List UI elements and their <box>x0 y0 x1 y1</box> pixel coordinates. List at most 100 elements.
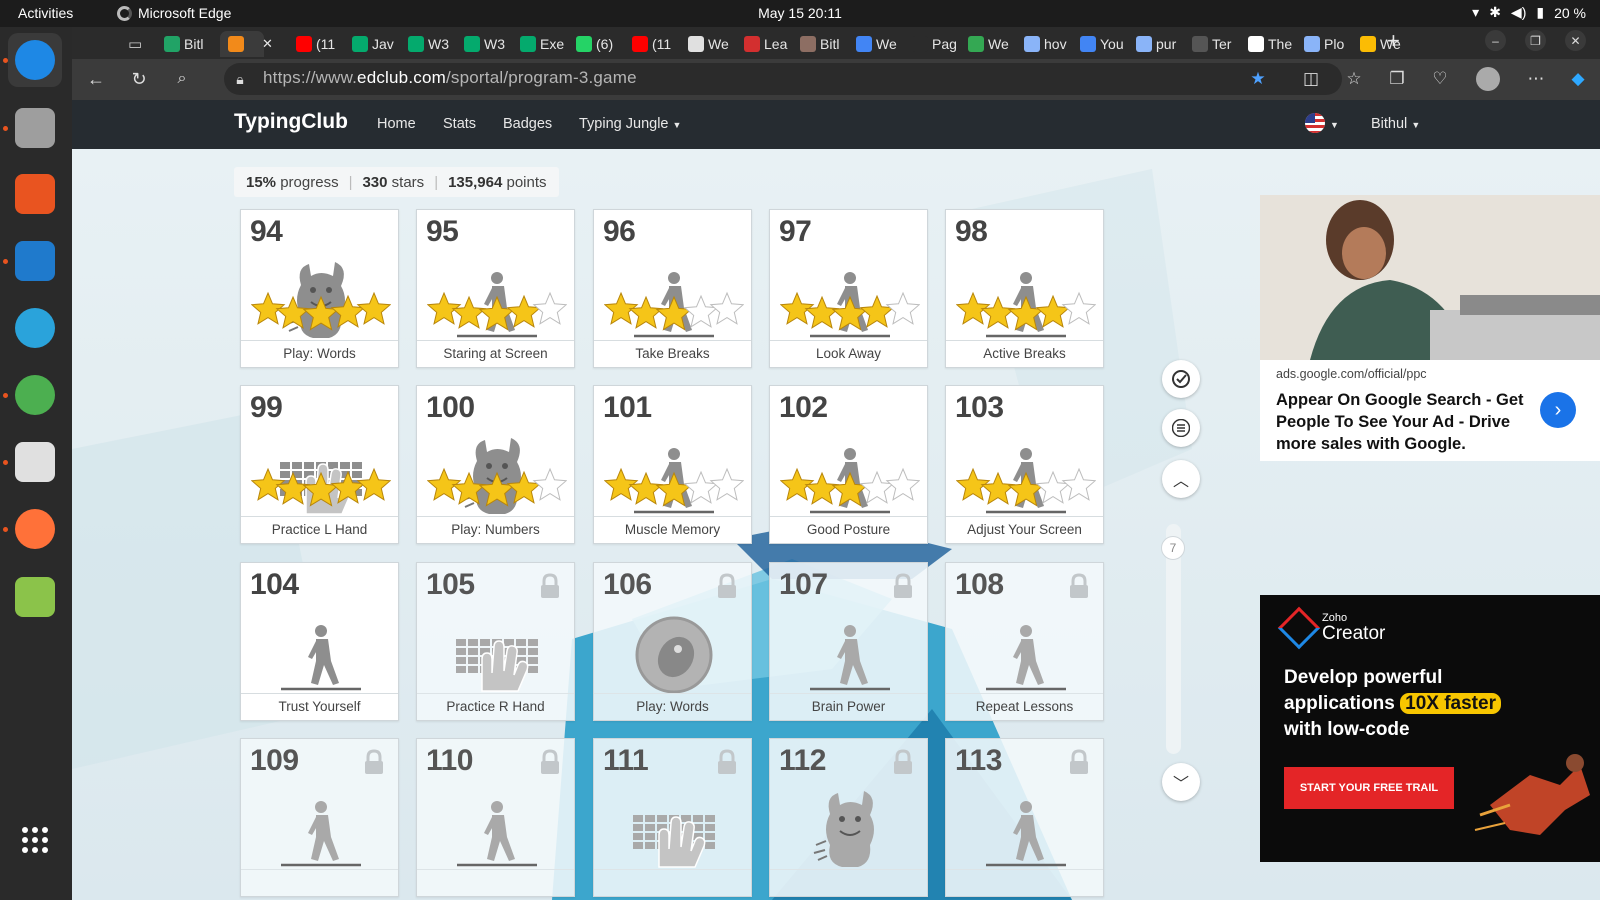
lesson-card[interactable]: 97 Look Away <box>769 209 928 368</box>
lesson-card[interactable]: 109 <box>240 738 399 897</box>
collections-icon[interactable]: ❐ <box>1384 66 1410 92</box>
dock-firefox[interactable] <box>8 502 62 556</box>
browser-tab[interactable]: pur <box>1136 31 1184 57</box>
dock-text-editor[interactable] <box>8 435 62 489</box>
user-menu[interactable]: Bithul ▼ <box>1371 116 1420 132</box>
tab-favicon-icon <box>968 36 984 52</box>
scroll-up-button[interactable]: ︿ <box>1162 460 1200 498</box>
lesson-card[interactable]: 110 <box>416 738 575 897</box>
nav-stats[interactable]: Stats <box>443 116 476 132</box>
restore-icon[interactable]: ❐ <box>1525 30 1546 51</box>
favorites-icon[interactable]: ☆ <box>1341 66 1367 92</box>
lesson-card[interactable]: 99 Practice L Hand <box>240 385 399 544</box>
browser-tab[interactable]: (6) <box>576 31 624 57</box>
system-tray[interactable]: ▾ ✱ ◀) ▮ 20 % <box>1472 4 1586 21</box>
minimize-icon[interactable]: – <box>1485 30 1506 51</box>
refresh-button[interactable]: ↻ <box>125 65 153 93</box>
browser-tab[interactable]: Lea <box>744 31 792 57</box>
chevron-right-icon[interactable]: › <box>1540 392 1576 428</box>
dock-app-center[interactable] <box>8 167 62 221</box>
menu-button[interactable] <box>1162 409 1200 447</box>
search-icon[interactable]: ⌕ <box>168 65 196 93</box>
performance-icon[interactable]: ♡ <box>1427 66 1453 92</box>
browser-tab[interactable]: Jav <box>352 31 400 57</box>
lock-icon <box>539 749 561 775</box>
lesson-title: Active Breaks <box>946 340 1103 367</box>
lesson-card[interactable]: 112 <box>769 738 928 897</box>
dock-chrome[interactable] <box>8 368 62 422</box>
browser-tab[interactable]: We <box>688 31 736 57</box>
copilot-icon[interactable]: ◆ <box>1565 66 1591 92</box>
browser-tab[interactable] <box>220 31 264 57</box>
lesson-card[interactable]: 100 Play: Numbers <box>416 385 575 544</box>
lesson-card[interactable]: 98 Active Breaks <box>945 209 1104 368</box>
chevron-up-icon: ︿ <box>1172 473 1189 490</box>
ad-headline[interactable]: Appear On Google Search - Get People To … <box>1276 389 1536 455</box>
check-progress-button[interactable] <box>1162 360 1200 398</box>
url-text[interactable]: https://www.edclub.com/sportal/program-3… <box>263 68 637 88</box>
browser-tab[interactable]: We <box>968 31 1016 57</box>
browser-tab[interactable]: (11 <box>632 31 680 57</box>
new-tab-button[interactable]: + <box>1387 28 1400 54</box>
browser-tab[interactable]: The <box>1248 31 1296 57</box>
language-selector[interactable]: ▼ <box>1304 112 1339 138</box>
close-window-icon[interactable]: ✕ <box>1565 30 1586 51</box>
nav-badges[interactable]: Badges <box>503 116 552 132</box>
show-apps-button[interactable] <box>8 813 62 867</box>
lesson-card[interactable]: 106 Play: Words <box>593 562 752 721</box>
browser-tab[interactable]: Bitl <box>800 31 848 57</box>
nav-program-dropdown[interactable]: Typing Jungle ▼ <box>579 116 681 132</box>
browser-tab[interactable]: (11 <box>296 31 344 57</box>
more-menu-icon[interactable]: ⋯ <box>1523 66 1549 92</box>
browser-tab[interactable]: We <box>856 31 904 57</box>
profile-avatar[interactable] <box>1476 67 1500 91</box>
lesson-card[interactable]: 104 Trust Yourself <box>240 562 399 721</box>
tab-actions-icon[interactable]: ▭ <box>128 31 142 57</box>
runner-illustration <box>1474 754 1590 835</box>
app-center-icon <box>15 174 55 214</box>
browser-tab[interactable]: W3 <box>408 31 456 57</box>
site-logo[interactable]: TypingClub <box>234 110 348 134</box>
google-ad[interactable]: ads.google.com/official/ppc Appear On Go… <box>1260 195 1600 461</box>
clock[interactable]: May 15 20:11 <box>0 5 1600 21</box>
dock-telegram[interactable] <box>8 301 62 355</box>
ad-domain: ads.google.com/official/ppc <box>1276 367 1427 381</box>
lesson-card[interactable]: 94 Play: Words <box>240 209 399 368</box>
lesson-card[interactable]: 108 Repeat Lessons <box>945 562 1104 721</box>
close-tab-icon[interactable]: ✕ <box>262 31 280 57</box>
lesson-card[interactable]: 95 Staring at Screen <box>416 209 575 368</box>
browser-tab[interactable]: hov <box>1024 31 1072 57</box>
browser-tab[interactable]: Exe <box>520 31 568 57</box>
lesson-card[interactable]: 103 Adjust Your Screen <box>945 385 1104 544</box>
lesson-card[interactable]: 102 Good Posture <box>769 385 928 544</box>
tab-favicon-icon <box>744 36 760 52</box>
tab-favicon-icon <box>1080 36 1096 52</box>
browser-tab[interactable]: Pag <box>912 31 960 57</box>
lesson-card[interactable]: 96 Take Breaks <box>593 209 752 368</box>
lesson-card[interactable]: 107 Brain Power <box>769 562 928 721</box>
browser-tab[interactable]: W3 <box>464 31 512 57</box>
browser-tab[interactable]: Bitl <box>164 31 212 57</box>
dock-trash[interactable] <box>8 570 62 624</box>
split-screen-icon[interactable]: ◫ <box>1298 66 1324 92</box>
ad-cta-button[interactable]: START YOUR FREE TRAIL <box>1284 767 1454 809</box>
lesson-card[interactable]: 101 Muscle Memory <box>593 385 752 544</box>
lock-icon[interactable]: 🔒︎ <box>227 66 253 92</box>
browser-tab[interactable]: Ter <box>1192 31 1240 57</box>
edge-icon <box>15 40 55 80</box>
lesson-card[interactable]: 105 Practice R Hand <box>416 562 575 721</box>
back-button[interactable]: ← <box>82 65 110 93</box>
browser-tab[interactable]: We <box>1360 31 1408 57</box>
dock-edge[interactable] <box>8 33 62 87</box>
lesson-card[interactable]: 113 <box>945 738 1104 897</box>
vscode-icon <box>15 241 55 281</box>
dock-files[interactable] <box>8 101 62 155</box>
dock-vscode[interactable] <box>8 234 62 288</box>
browser-tab[interactable]: You <box>1080 31 1128 57</box>
zoho-ad[interactable]: Zoho Creator Develop powerful application… <box>1260 595 1600 862</box>
favorite-star-icon[interactable]: ★ <box>1245 66 1271 92</box>
lesson-card[interactable]: 111 <box>593 738 752 897</box>
nav-home[interactable]: Home <box>377 116 416 132</box>
scroll-down-button[interactable]: ﹀ <box>1162 763 1200 801</box>
browser-tab[interactable]: Plo <box>1304 31 1352 57</box>
